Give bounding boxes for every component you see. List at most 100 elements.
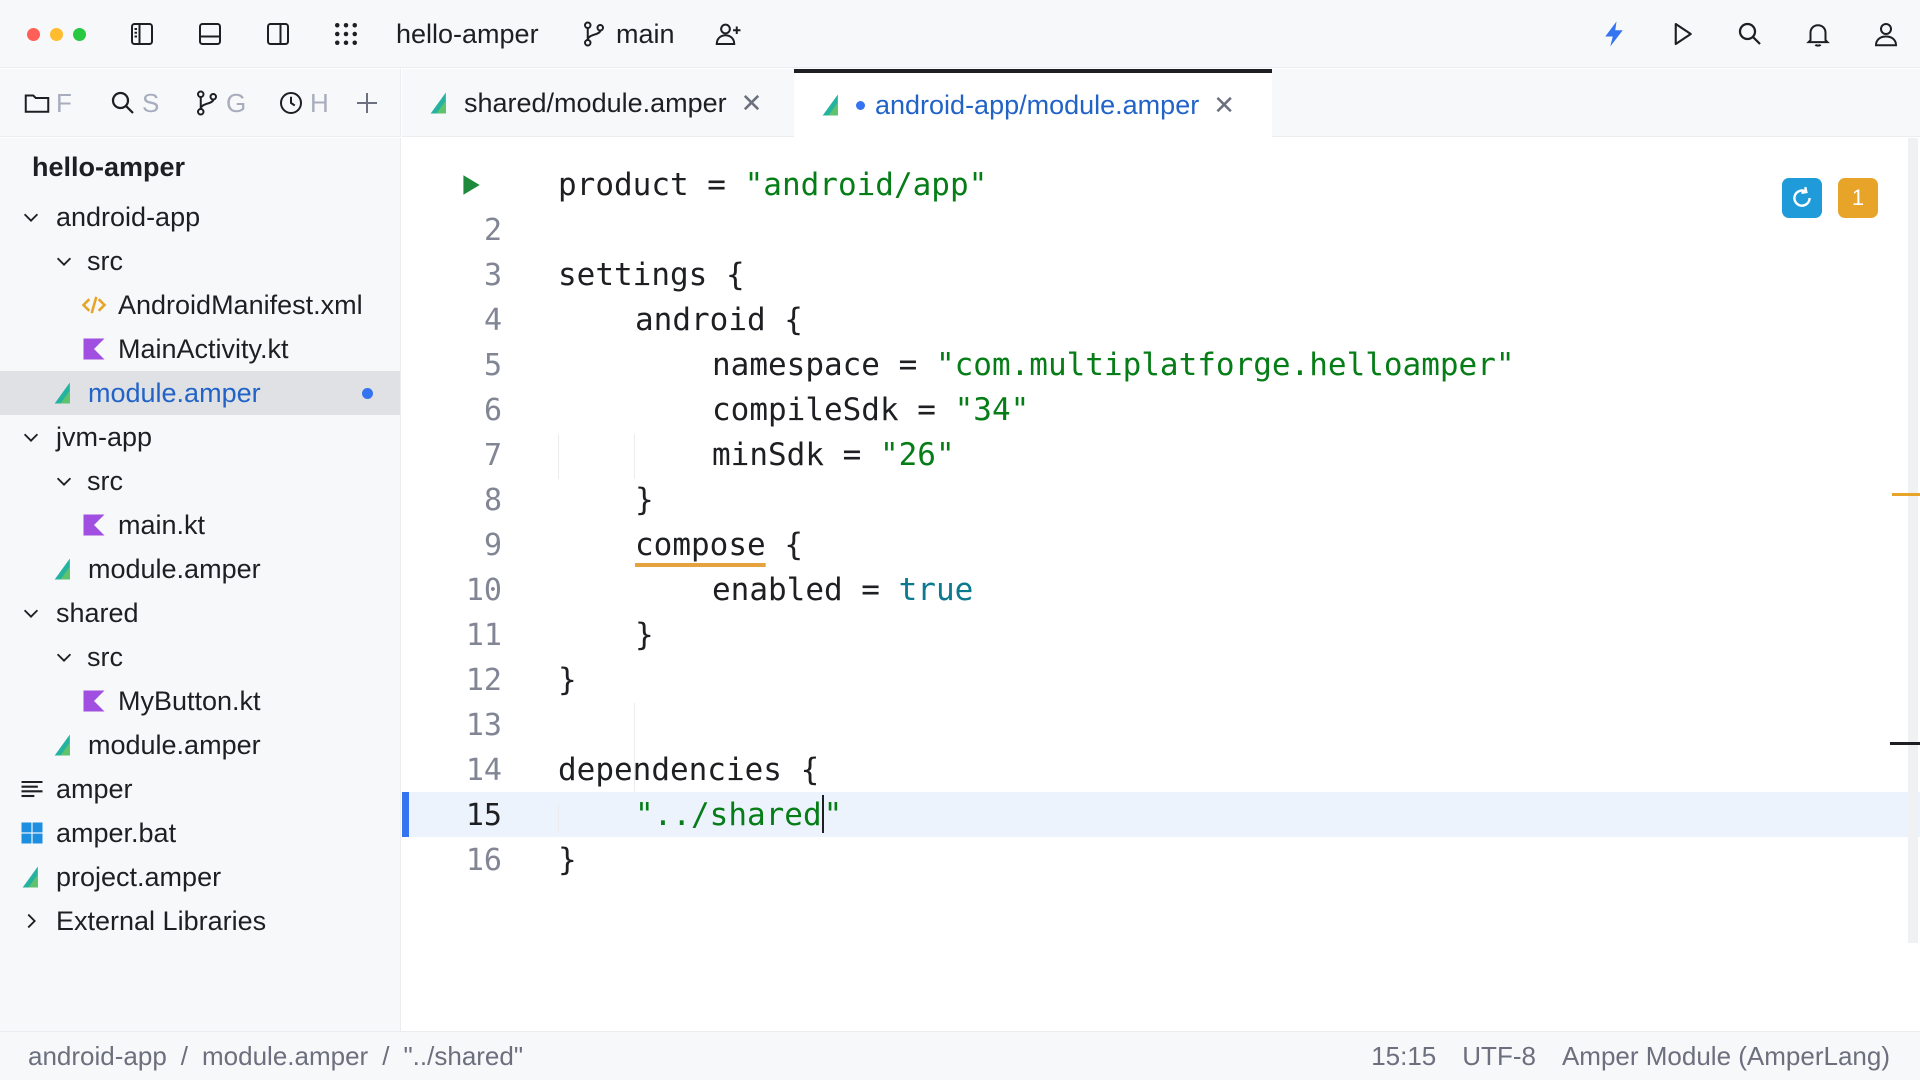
tree-item-label: amper.bat	[56, 817, 177, 848]
chevron-down-icon[interactable]	[53, 646, 75, 668]
tree-item-android-app[interactable]: android-app	[0, 195, 400, 239]
tree-item-label: module.amper	[88, 377, 261, 408]
tree-item-src[interactable]: src	[0, 635, 400, 679]
file-encoding[interactable]: UTF-8	[1462, 1041, 1536, 1072]
notifications-bell-icon[interactable]	[1798, 14, 1838, 54]
tree-item-label: src	[87, 245, 123, 276]
tree-item-mybutton[interactable]: MyButton.kt	[0, 679, 400, 723]
close-tab-icon[interactable]: ✕	[741, 88, 763, 119]
tree-item-label: External Libraries	[56, 905, 267, 936]
tree-item-jvm-app[interactable]: jvm-app	[0, 415, 400, 459]
tree-item-src[interactable]: src	[0, 239, 400, 283]
code-line-6: compileSdk = "34"	[712, 392, 1030, 428]
close-window-button[interactable]	[27, 28, 40, 41]
account-icon[interactable]	[1866, 14, 1906, 54]
minimize-window-button[interactable]	[50, 28, 63, 41]
tree-item-amper-bat[interactable]: amper.bat	[0, 811, 400, 855]
tree-item-src[interactable]: src	[0, 459, 400, 503]
tree-item-label: shared	[56, 597, 139, 628]
line-number: 4	[483, 303, 502, 338]
tool-tab-label: F	[56, 87, 72, 118]
tree-item-label: MyButton.kt	[118, 685, 261, 716]
code-editor[interactable]: 2 3 4 5 6 7 8 9 10 11 12 13 14 15 16 pro…	[402, 138, 1920, 1031]
tree-item-external-libraries[interactable]: External Libraries	[0, 899, 400, 943]
project-name[interactable]: hello-amper	[396, 17, 539, 51]
tab-android-app-module-amper[interactable]: android-app/module.amper ✕	[794, 69, 1272, 137]
tool-tab-git[interactable]: G	[192, 83, 248, 123]
add-user-icon[interactable]	[708, 14, 748, 54]
line-number: 6	[483, 393, 502, 428]
file-type[interactable]: Amper Module (AmperLang)	[1562, 1041, 1890, 1072]
title-bar: hello-amper main	[0, 0, 1920, 68]
code-line-9: compose {	[635, 527, 803, 563]
toggle-bottom-panel-icon[interactable]	[190, 14, 230, 54]
tree-item-shared-module-amper[interactable]: module.amper	[0, 723, 400, 767]
run-icon[interactable]	[1662, 14, 1702, 54]
tab-shared-module-amper[interactable]: shared/module.amper ✕	[402, 69, 776, 137]
warning-highlight: compose	[635, 527, 766, 563]
modified-indicator	[856, 100, 865, 110]
amper-file-icon	[50, 379, 78, 407]
close-tab-icon[interactable]: ✕	[1213, 90, 1235, 121]
tab-label: shared/module.amper	[464, 87, 727, 118]
tree-item-main-kt[interactable]: main.kt	[0, 503, 400, 547]
toggle-left-panel-icon[interactable]	[122, 14, 162, 54]
tree-item-android-module-amper[interactable]: module.amper	[0, 371, 400, 415]
tree-item-label: jvm-app	[56, 421, 153, 452]
apps-grid-icon[interactable]	[326, 14, 366, 54]
breadcrumb-item[interactable]: module.amper	[202, 1041, 368, 1072]
code-line-1: product = "android/app"	[558, 167, 988, 203]
xml-file-icon	[80, 291, 108, 319]
warning-stripe-marker[interactable]	[1892, 493, 1920, 496]
chevron-down-icon[interactable]	[20, 206, 42, 228]
breadcrumb-item[interactable]: android-app	[28, 1041, 167, 1072]
project-root[interactable]: hello-amper	[32, 152, 185, 183]
search-icon[interactable]	[1730, 14, 1770, 54]
search-icon	[111, 91, 134, 114]
tree-item-mainactivity[interactable]: MainActivity.kt	[0, 327, 400, 371]
tree-item-label: MainActivity.kt	[118, 333, 289, 364]
zoom-window-button[interactable]	[73, 28, 86, 41]
problems-count-badge[interactable]: 1	[1838, 178, 1878, 218]
cursor-position[interactable]: 15:15	[1371, 1041, 1436, 1072]
line-number: 8	[483, 483, 502, 518]
vertical-scrollbar[interactable]	[1908, 138, 1918, 943]
chevron-down-icon[interactable]	[20, 602, 42, 624]
git-branch-icon	[574, 14, 614, 54]
reload-project-button[interactable]	[1782, 178, 1822, 218]
chevron-down-icon[interactable]	[53, 250, 75, 272]
tool-tab-search[interactable]: S	[108, 83, 164, 123]
breadcrumb-separator: /	[180, 1040, 189, 1071]
tool-tab-files[interactable]: F	[22, 83, 80, 123]
add-tool-tab-button[interactable]	[352, 83, 386, 123]
chevron-down-icon[interactable]	[20, 426, 42, 448]
run-gutter-icon[interactable]	[458, 172, 484, 198]
chevron-right-icon[interactable]	[20, 910, 42, 932]
kotlin-file-icon	[80, 511, 108, 539]
kotlin-file-icon	[80, 687, 108, 715]
breadcrumb-item[interactable]: "../shared"	[403, 1041, 523, 1072]
tool-tab-label: H	[310, 87, 329, 118]
line-number: 11	[465, 618, 502, 653]
tree-item-androidmanifest[interactable]: AndroidManifest.xml	[0, 283, 400, 327]
project-tree: hello-amper android-app src AndroidManif…	[0, 138, 401, 1031]
code-line-7: minSdk = "26"	[712, 437, 955, 473]
branch-name[interactable]: main	[616, 17, 675, 51]
code-line-8: }	[635, 482, 654, 518]
code-line-12: }	[558, 662, 577, 698]
lightning-icon[interactable]	[1594, 14, 1634, 54]
tree-item-jvm-module-amper[interactable]: module.amper	[0, 547, 400, 591]
tool-tab-history[interactable]: H	[276, 83, 332, 123]
indent-guide	[634, 434, 635, 479]
tree-item-shared[interactable]: shared	[0, 591, 400, 635]
code-line-4: android {	[635, 302, 803, 338]
tree-item-label: module.amper	[88, 729, 261, 760]
toggle-right-panel-icon[interactable]	[258, 14, 298, 54]
tree-item-amper[interactable]: amper	[0, 767, 400, 811]
line-number: 16	[465, 843, 502, 878]
tree-item-project-amper[interactable]: project.amper	[0, 855, 400, 899]
tool-tab-label: G	[226, 87, 247, 118]
chevron-down-icon[interactable]	[53, 470, 75, 492]
modified-indicator	[362, 387, 373, 399]
amper-file-icon	[50, 555, 78, 583]
